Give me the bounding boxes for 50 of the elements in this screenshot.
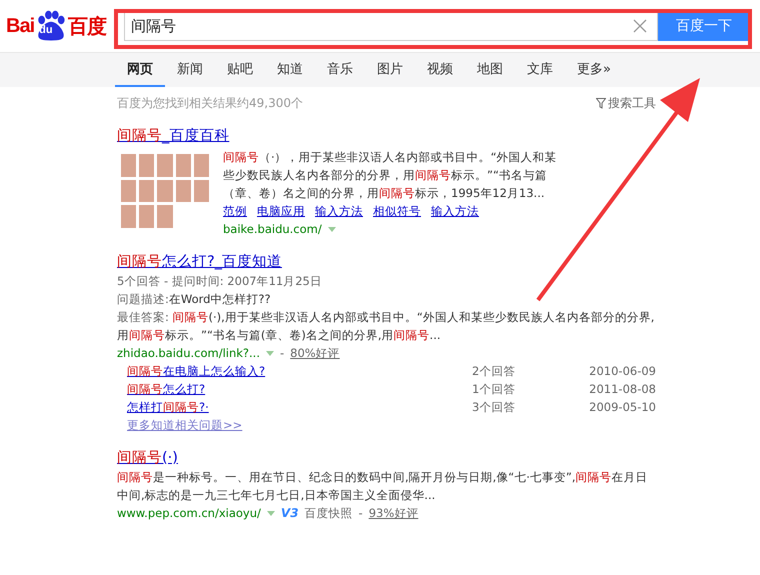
- question-label: 问题描述:: [117, 292, 169, 306]
- caret-icon[interactable]: [266, 510, 275, 516]
- separator: -: [280, 345, 284, 362]
- nav-tab[interactable]: 文库: [515, 53, 565, 87]
- nav-tab[interactable]: 新闻: [165, 53, 215, 87]
- answer-count: 1个回答: [472, 381, 516, 398]
- more-questions-link[interactable]: 更多知道相关问题>>: [127, 418, 242, 432]
- filter-icon[interactable]: [596, 98, 606, 109]
- nav-tab[interactable]: 图片: [365, 53, 415, 87]
- nav-tab[interactable]: 地图: [465, 53, 515, 87]
- separator: -: [358, 505, 363, 522]
- question-date: 2011-08-08: [588, 381, 656, 398]
- result-url: baike.baidu.com/: [223, 221, 322, 238]
- question-text: 在Word中怎样打??: [168, 292, 271, 306]
- nav-tab[interactable]: 更多»: [565, 53, 623, 87]
- search-field[interactable]: 间隔号: [124, 11, 658, 41]
- sub-link[interactable]: 输入方法: [315, 202, 363, 220]
- result-title-link[interactable]: 间隔号(·): [117, 448, 178, 468]
- sub-link[interactable]: 范例: [223, 202, 247, 220]
- caret-icon[interactable]: [328, 226, 336, 232]
- sub-link[interactable]: 电脑应用: [257, 202, 305, 220]
- result-url: zhidao.baidu.com/link?...: [117, 345, 260, 362]
- clear-icon[interactable]: [633, 19, 647, 33]
- question-date: 2009-05-10: [588, 399, 656, 416]
- verified-mark: V3: [280, 505, 299, 522]
- result-url: www.pep.com.cn/xiaoyu/: [117, 505, 261, 522]
- cache-link[interactable]: 百度快照: [304, 504, 353, 522]
- question-date: 2010-06-09: [588, 363, 656, 380]
- answer-meta: 5个回答 - 提问时间: 2007年11月25日: [117, 273, 323, 290]
- sub-link[interactable]: 输入方法: [431, 202, 479, 220]
- nav-tab[interactable]: 网页: [115, 53, 165, 87]
- nav-tab[interactable]: 音乐: [315, 53, 365, 87]
- search-tools-link[interactable]: 搜索工具: [608, 95, 656, 112]
- result-snippet: 间隔号是一种标号。一、用在节日、纪念日的数码中间,隔开月份与日期,像“七·七事变”,间隔号在月日中间,标志的是一九三七年七月七日,日本帝国主义全面侵华...: [117, 469, 649, 504]
- logo-text: Bai: [6, 14, 34, 38]
- caret-icon[interactable]: [266, 350, 274, 356]
- answer-count: 2个回答: [472, 363, 516, 380]
- result-count: 百度为您找到相关结果约49,300个: [117, 95, 303, 112]
- search-button[interactable]: 百度一下: [658, 11, 750, 41]
- rating-link[interactable]: 80%好评: [290, 344, 340, 362]
- nav-tab[interactable]: 视频: [415, 53, 465, 87]
- paw-logo: du: [34, 10, 68, 42]
- answer-snippet: 最佳答案: 间隔号(·),用于某些非汉语人名内部或书目中。“外国人和某些少数民族人名内各部分的分界,用间隔号标示。”“书名与篇(章、卷)名之间的分界,用间隔号...: [117, 309, 656, 344]
- nav-tab[interactable]: 贴吧: [215, 53, 265, 87]
- rating-link[interactable]: 93%好评: [368, 504, 418, 522]
- result-snippet: 间隔号（·），用于某些非汉语人名内部或书目中。“外国人和某些少数民族人名内各部分的分界，用间隔号标示。”“书名与篇（章、卷）名之间的分界，用间隔号标示，1995年12月13...: [223, 149, 558, 202]
- logo-text: 百度: [68, 14, 106, 40]
- answer-count: 3个回答: [472, 399, 516, 416]
- sub-link[interactable]: 相似符号: [373, 202, 421, 220]
- nav-tab[interactable]: 知道: [265, 53, 315, 87]
